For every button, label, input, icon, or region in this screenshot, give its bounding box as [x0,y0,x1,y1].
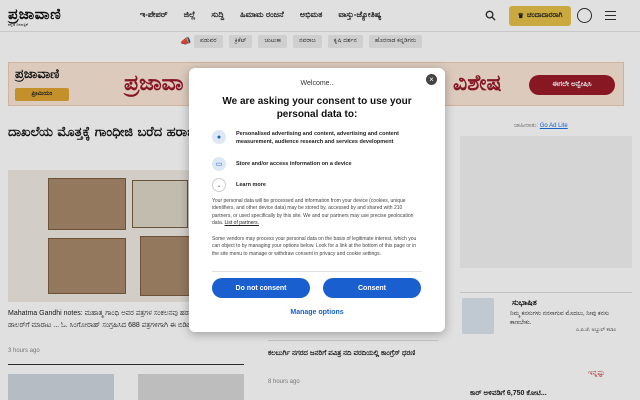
dialog-divider [212,271,422,272]
purpose-text: Store and/or access information on a dev… [236,161,352,167]
list-of-partners-link[interactable]: List of partners. [225,220,259,226]
device-icon: ▭ [212,157,226,171]
consent-title: We are asking your consent to use your p… [222,96,412,120]
consent-button[interactable]: Consent [323,278,421,298]
do-not-consent-button[interactable]: Do not consent [212,278,310,298]
person-icon: ● [212,130,226,144]
chevron-down-icon[interactable]: ⌄ [212,178,226,192]
manage-options-link[interactable]: Manage options [189,309,445,316]
consent-dialog: × Welcome.. We are asking your consent t… [189,68,445,332]
learn-more-toggle[interactable]: ⌄ Learn more [212,178,422,192]
consent-purpose: ▭ Store and/or access information on a d… [212,157,422,171]
purpose-text: Personalised advertising and content, ad… [236,131,399,145]
consent-info-text: Your personal data will be processed and… [212,198,422,228]
consent-welcome: Welcome.. [300,80,334,87]
learn-more-label[interactable]: Learn more [236,178,266,189]
consent-purpose: ● Personalised advertising and content, … [212,130,422,146]
legitimate-interest-text: Some vendors may process your personal d… [212,236,417,257]
